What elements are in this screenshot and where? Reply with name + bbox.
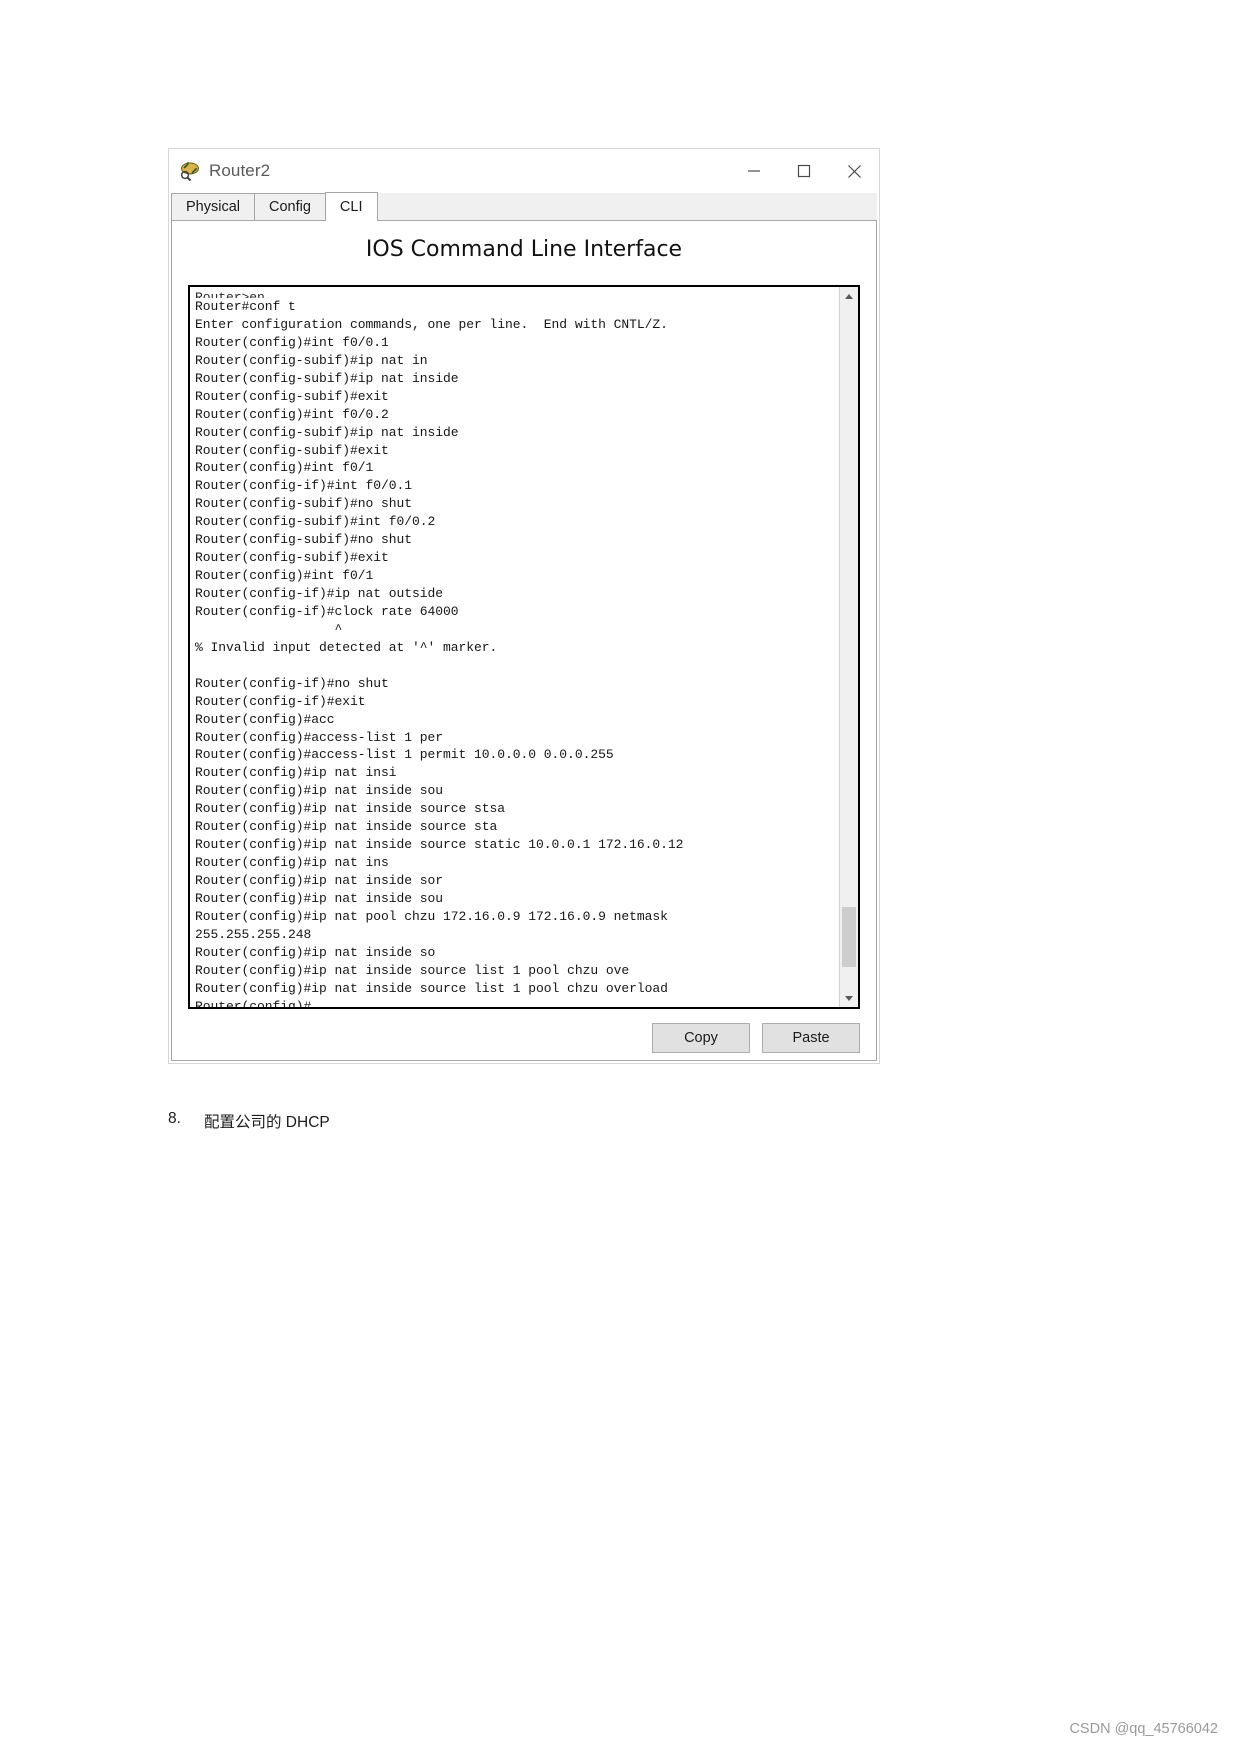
terminal-line: Router(config-subif)#ip nat inside	[195, 424, 459, 440]
terminal-line: Router(config)#ip nat inside source list…	[195, 980, 668, 996]
terminal-line: Router(config-subif)#exit	[195, 442, 389, 458]
paste-button[interactable]: Paste	[762, 1023, 860, 1053]
window-title-bar: Router2	[169, 149, 879, 193]
terminal-line: Router(config-if)#ip nat outside	[195, 586, 444, 601]
caption-text: 配置公司的 DHCP	[204, 1114, 330, 1131]
scrollbar-thumb[interactable]	[842, 907, 856, 967]
terminal-line: Router(config-if)#clock rate 64000	[195, 603, 459, 619]
document-caption: 8. 配置公司的 DHCP	[168, 1110, 330, 1132]
terminal-line: Router(config)#int f0/1	[195, 568, 374, 584]
terminal-line: Router(config)#ip nat inside source stsa	[195, 801, 506, 817]
terminal-line: Router(config)#ip nat inside sou	[195, 783, 444, 799]
terminal-line-clipped: Router>en	[195, 290, 265, 298]
copy-button[interactable]: Copy	[652, 1023, 750, 1053]
tab-physical[interactable]: Physical	[171, 193, 255, 220]
tab-cli[interactable]: CLI	[324, 192, 378, 221]
terminal-line: Router(config)#access-list 1 per	[195, 729, 444, 745]
terminal-line: Router#conf t	[195, 299, 296, 314]
window-controls	[729, 149, 879, 193]
terminal-line: Router(config-subif)#ip nat inside	[195, 370, 459, 386]
terminal-line: Router(config)#int f0/1	[195, 460, 374, 476]
terminal-text[interactable]: Router>en Router#conf t Enter configuratio…	[190, 287, 839, 1007]
terminal-line: Router(config-subif)#ip nat in	[195, 352, 428, 368]
terminal-line: % Invalid input detected at '^' marker.	[195, 639, 498, 655]
terminal-line: Router(config-if)#no shut	[195, 675, 389, 691]
terminal-line: Router(config)#ip nat inside source sta	[195, 819, 498, 835]
terminal-line: Router(config)#int f0/0.2	[195, 406, 389, 422]
terminal-line: Router(config)#int f0/0.1	[195, 334, 389, 350]
terminal-footer: Copy Paste	[188, 1021, 860, 1055]
caption-number: 8.	[168, 1110, 181, 1127]
close-icon[interactable]	[829, 149, 879, 193]
minimize-icon[interactable]	[729, 149, 779, 193]
terminal-line: 255.255.255.248	[195, 926, 312, 942]
terminal-line: Router(config-subif)#exit	[195, 388, 389, 404]
terminal-line: Router(config-subif)#int f0/0.2	[195, 514, 436, 530]
terminal-line: Enter configuration commands, one per li…	[195, 316, 668, 332]
tab-strip: Physical Config CLI	[171, 192, 877, 221]
window-title: Router2	[209, 161, 271, 180]
terminal-line: Router(config)#ip nat pool chzu 172.16.0…	[195, 908, 668, 924]
terminal-line: Router(config-if)#int f0/0.1	[195, 478, 413, 494]
terminal-line: Router(config)#ip nat inside source list…	[195, 962, 630, 978]
router-cli-window: Router2 Physical Config CLI IOS Command …	[168, 148, 880, 1064]
terminal-line: Router(config)#acc	[195, 711, 335, 727]
terminal-line: Router(config)#ip nat ins	[195, 855, 389, 871]
maximize-icon[interactable]	[779, 149, 829, 193]
terminal-line: Router(config)#access-list 1 permit 10.0…	[195, 747, 614, 763]
cli-panel: IOS Command Line Interface Router>en Rout…	[171, 221, 877, 1061]
terminal-line: Router(config)#	[195, 998, 312, 1007]
tab-config[interactable]: Config	[254, 193, 326, 220]
terminal-line: Router(config)#ip nat inside source stat…	[195, 837, 684, 853]
terminal-line: ^	[195, 621, 343, 637]
terminal-line: Router(config)#ip nat inside sor	[195, 873, 444, 888]
chevron-down-icon[interactable]	[840, 989, 858, 1007]
terminal-line: Router(config)#ip nat insi	[195, 765, 397, 781]
terminal-line: Router(config-subif)#no shut	[195, 496, 413, 512]
terminal-line: Router(config-if)#exit	[195, 693, 366, 709]
chevron-up-icon[interactable]	[840, 287, 858, 305]
terminal-line: Router(config-subif)#no shut	[195, 532, 413, 548]
terminal-line: Router(config)#ip nat inside so	[195, 944, 436, 960]
terminal-line: Router(config-subif)#exit	[195, 550, 389, 566]
terminal-scrollbar[interactable]	[839, 287, 858, 1007]
panel-heading: IOS Command Line Interface	[365, 237, 683, 262]
router-app-icon	[179, 160, 201, 182]
watermark: CSDN @qq_45766042	[1069, 1721, 1218, 1737]
terminal-line: Router(config)#ip nat inside sou	[195, 890, 444, 906]
terminal-output-area[interactable]: Router>en Router#conf t Enter configuratio…	[188, 285, 860, 1009]
